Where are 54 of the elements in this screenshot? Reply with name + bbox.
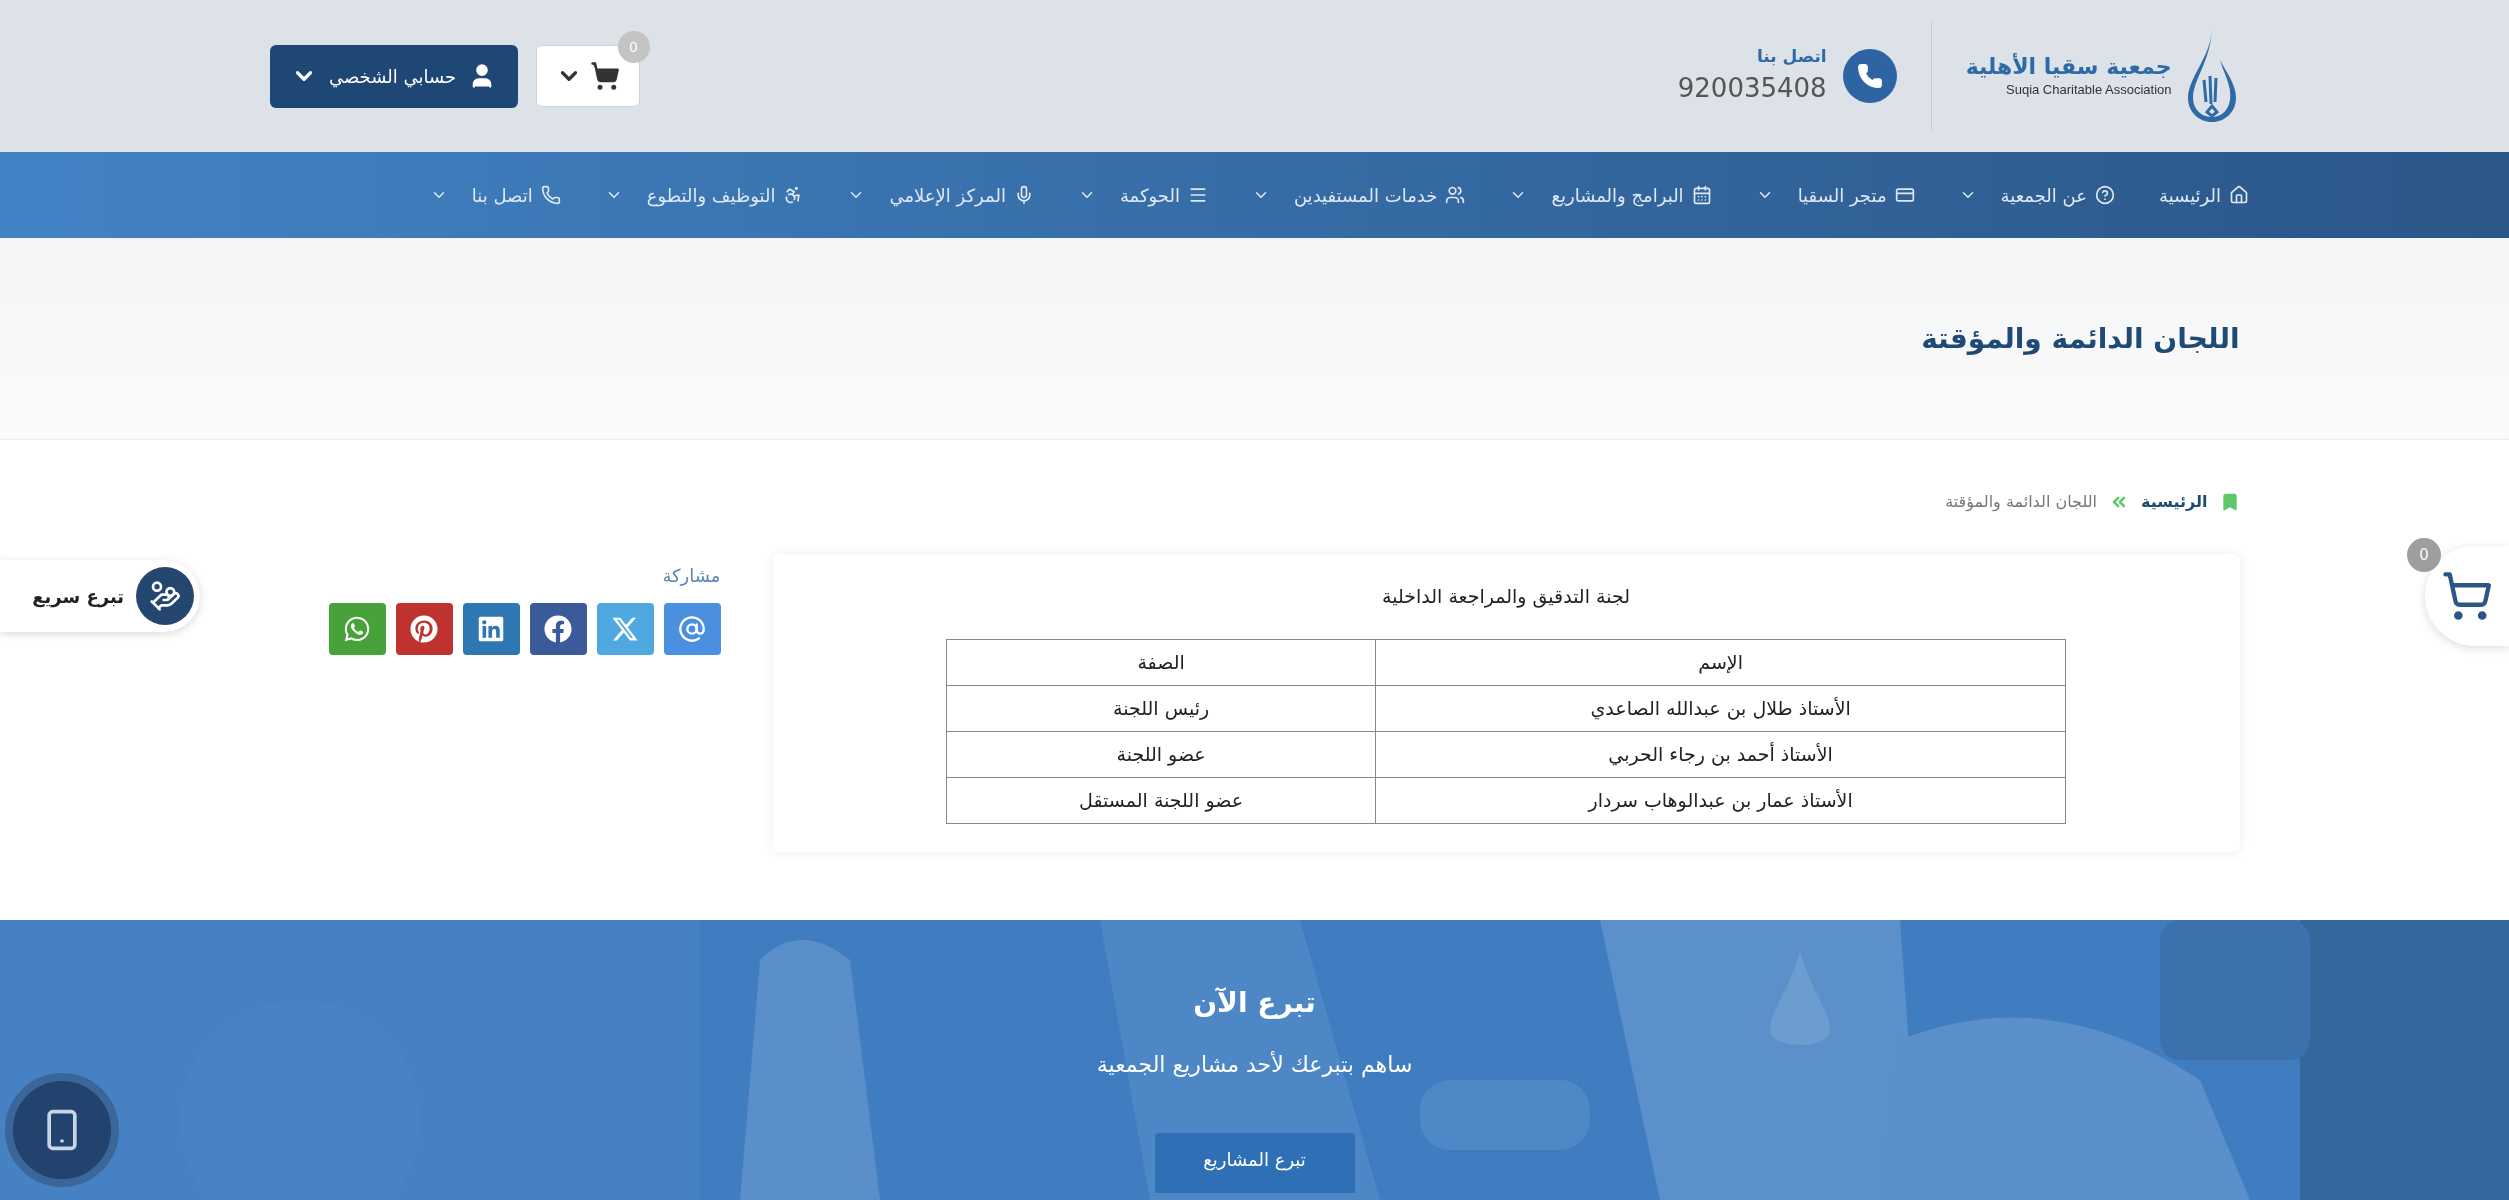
at-sign-icon <box>678 615 706 643</box>
linkedin-icon <box>477 615 505 643</box>
phone-number: 920035408 <box>1677 72 1827 106</box>
facebook-icon <box>544 615 572 643</box>
nav-link[interactable]: خدمات المستفيدين <box>1251 181 1466 209</box>
column-header: الإسم <box>1375 639 2066 685</box>
column-header: الصفة <box>946 639 1376 685</box>
table-cell: عضو اللجنة المستقل <box>946 777 1376 823</box>
nav-link[interactable]: الرئيسية <box>2159 181 2249 209</box>
committee-title: لجنة التدقيق والمراجعة الداخلية <box>1382 584 1630 610</box>
breadcrumb-link[interactable]: الرئيسية <box>2141 490 2208 514</box>
nav-link[interactable]: اتصل بنا <box>429 181 561 209</box>
pinterest-icon <box>410 615 438 643</box>
question-icon <box>2095 185 2115 205</box>
nav-link[interactable]: عن الجمعية <box>1958 181 2115 209</box>
cart-icon <box>2441 570 2493 622</box>
house-icon <box>2229 185 2249 205</box>
page-title: اللجان الدائمة والمؤقتة <box>1921 320 2240 357</box>
people-icon <box>1445 185 1466 205</box>
card-icon <box>1894 185 1915 205</box>
donate-projects-button[interactable]: تبرع المشاريع <box>1154 1133 1355 1193</box>
contact-label: اتصل بنا <box>1756 44 1827 68</box>
share-button[interactable] <box>462 603 520 655</box>
table-cell: رئيس اللجنة <box>946 685 1376 731</box>
nav-link[interactable]: التوظيف والتطوع <box>604 181 804 209</box>
table-cell: عضو اللجنة <box>946 731 1376 777</box>
table-cell: الأستاذ عمار بن عبدالوهاب سردار <box>1375 777 2066 823</box>
share-button[interactable] <box>529 603 587 655</box>
x-logo-icon <box>611 615 639 643</box>
cart-count-badge: 0 <box>2407 538 2441 572</box>
share-button[interactable] <box>663 603 721 655</box>
breadcrumb-current: اللجان الدائمة والمؤقتة <box>1945 491 2097 514</box>
whatsapp-icon <box>343 615 371 643</box>
nav-link[interactable]: الحوكمة <box>1077 181 1208 209</box>
cart-count-badge: 0 <box>617 31 650 63</box>
nav-link[interactable]: المركز الإعلامي <box>847 181 1034 209</box>
calendar-icon <box>1691 185 1712 205</box>
quick-donate-button[interactable]: تبرع سريع <box>0 560 200 632</box>
cart-icon <box>589 61 620 91</box>
share-label: مشاركة <box>662 564 721 588</box>
phone-icon <box>1842 49 1897 103</box>
nav-link[interactable]: البرامج والمشاريع <box>1509 181 1712 209</box>
logo-english-name: Suqia Charitable Association <box>2006 81 2172 99</box>
banner-title: تبرع الآن <box>1193 985 1316 1021</box>
nav-link[interactable]: متجر السقيا <box>1755 181 1915 209</box>
account-button[interactable]: حسابي الشخصي <box>269 44 518 108</box>
phone-icon <box>540 185 561 205</box>
banner-subtitle: ساهم بتبرعك لأحد مشاريع الجمعية <box>1096 1050 1413 1080</box>
table-cell: الأستاذ أحمد بن رجاء الحربي <box>1375 731 2066 777</box>
table-cell: الأستاذ طلال بن عبدالله الصاعدي <box>1375 685 2066 731</box>
share-button[interactable] <box>395 603 453 655</box>
hand-coins-icon <box>136 567 194 625</box>
logo-arabic-name: جمعية سقيا الأهلية <box>1965 52 2172 80</box>
share-button[interactable] <box>328 603 386 655</box>
